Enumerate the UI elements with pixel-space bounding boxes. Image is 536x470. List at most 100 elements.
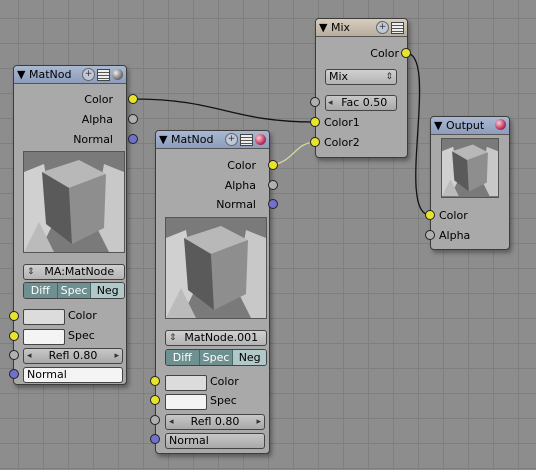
menu-icon[interactable] xyxy=(240,133,253,146)
left-arrow-icon: ◂ xyxy=(27,351,32,361)
fac-value: Fac 0.50 xyxy=(341,96,388,109)
toggle-neg[interactable]: Neg xyxy=(91,283,124,298)
matnode-mid[interactable]: ▼ MatNod + Color Alpha Normal ⇕ MatNode.… xyxy=(155,130,270,454)
socket-input-spec[interactable] xyxy=(150,395,160,405)
socket-input-fac[interactable] xyxy=(310,97,320,107)
mix-node[interactable]: ▼ Mix + Color Mix ⇕ ◂ Fac 0.50 Color1 Co… xyxy=(315,18,408,158)
node-title: MatNod xyxy=(170,133,214,146)
material-name: MA:MatNode xyxy=(44,265,115,278)
socket-output-color[interactable] xyxy=(401,48,411,58)
refl-slider[interactable]: ◂ Refl 0.80 ▸ xyxy=(165,414,265,430)
input-label-color: Color xyxy=(439,209,468,222)
socket-output-color[interactable] xyxy=(128,94,138,104)
output-label-color: Color xyxy=(84,93,113,106)
socket-input-normal[interactable] xyxy=(9,369,19,379)
socket-output-normal[interactable] xyxy=(268,199,278,209)
matnode-left-header[interactable]: ▼ MatNod + xyxy=(14,66,126,84)
updown-arrow-icon: ⇕ xyxy=(385,72,393,82)
input-label-color: Color xyxy=(68,309,97,322)
refl-value: Refl 0.80 xyxy=(190,415,240,428)
updown-arrow-icon: ⇕ xyxy=(27,267,35,277)
output-label-color: Color xyxy=(370,47,399,60)
matnode-mid-header[interactable]: ▼ MatNod + xyxy=(156,131,269,149)
socket-input-color[interactable] xyxy=(9,311,19,321)
mix-node-header[interactable]: ▼ Mix + xyxy=(316,19,407,37)
input-label-color2: Color2 xyxy=(324,136,360,149)
toggle-group: Diff Spec Neg xyxy=(23,282,125,299)
spec-swatch[interactable] xyxy=(23,329,65,345)
material-preview xyxy=(165,217,267,319)
socket-output-alpha[interactable] xyxy=(128,114,138,124)
output-preview xyxy=(441,138,499,198)
plus-icon[interactable]: + xyxy=(225,133,238,146)
matnode-left[interactable]: ▼ MatNod + Color Alpha Normal ⇕ MA:MatNo… xyxy=(13,65,127,385)
menu-icon[interactable] xyxy=(97,68,110,81)
socket-input-normal[interactable] xyxy=(150,434,160,444)
collapse-arrow-icon[interactable]: ▼ xyxy=(434,119,442,132)
material-preview xyxy=(23,151,125,253)
refl-slider[interactable]: ◂ Refl 0.80 ▸ xyxy=(23,348,123,364)
preview-sphere-icon[interactable] xyxy=(255,134,266,145)
input-label-spec: Spec xyxy=(210,394,237,407)
menu-icon[interactable] xyxy=(391,21,404,34)
socket-input-refl[interactable] xyxy=(150,415,160,425)
socket-output-alpha[interactable] xyxy=(268,180,278,190)
socket-input-color[interactable] xyxy=(425,210,435,220)
toggle-diff[interactable]: Diff xyxy=(24,283,58,298)
socket-input-color2[interactable] xyxy=(310,137,320,147)
preview-sphere-icon[interactable] xyxy=(112,69,123,80)
input-label-color1: Color1 xyxy=(324,116,360,129)
link-matnod-mid-color-to-mix-color2 xyxy=(272,141,316,166)
preview-sphere-icon[interactable] xyxy=(495,119,506,130)
output-node-header[interactable]: ▼ Output xyxy=(431,117,509,135)
collapse-arrow-icon[interactable]: ▼ xyxy=(159,133,167,146)
material-selector[interactable]: ⇕ MA:MatNode xyxy=(23,264,125,280)
right-arrow-icon: ▸ xyxy=(256,417,261,427)
output-label-alpha: Alpha xyxy=(81,113,113,126)
toggle-neg[interactable]: Neg xyxy=(233,350,266,365)
node-title: Output xyxy=(445,119,485,132)
normal-field-label: Normal xyxy=(27,368,67,381)
color-swatch[interactable] xyxy=(23,309,65,325)
normal-field-label: Normal xyxy=(169,434,209,447)
left-arrow-icon: ◂ xyxy=(169,417,174,427)
socket-input-alpha[interactable] xyxy=(425,230,435,240)
normal-field[interactable]: Normal xyxy=(165,433,265,449)
node-title: MatNod xyxy=(28,68,72,81)
blend-mode-value: Mix xyxy=(329,70,349,83)
input-label-color: Color xyxy=(210,375,239,388)
color-swatch[interactable] xyxy=(165,375,207,391)
collapse-arrow-icon[interactable]: ▼ xyxy=(319,21,327,34)
plus-icon[interactable]: + xyxy=(376,21,389,34)
toggle-spec[interactable]: Spec xyxy=(199,350,234,365)
blend-mode-dropdown[interactable]: Mix ⇕ xyxy=(325,69,397,85)
collapse-arrow-icon[interactable]: ▼ xyxy=(17,68,25,81)
toggle-diff[interactable]: Diff xyxy=(166,350,200,365)
socket-input-refl[interactable] xyxy=(9,350,19,360)
socket-output-normal[interactable] xyxy=(128,134,138,144)
socket-input-color[interactable] xyxy=(150,376,160,386)
output-label-normal: Normal xyxy=(216,198,256,211)
toggle-group: Diff Spec Neg xyxy=(165,349,267,366)
input-label-spec: Spec xyxy=(68,329,95,342)
output-label-normal: Normal xyxy=(73,133,113,146)
input-label-alpha: Alpha xyxy=(439,229,471,242)
right-arrow-icon: ▸ xyxy=(114,351,119,361)
output-node[interactable]: ▼ Output Color Alpha xyxy=(430,116,510,250)
node-title: Mix xyxy=(330,21,351,34)
spec-swatch[interactable] xyxy=(165,394,207,410)
normal-field[interactable]: Normal xyxy=(23,367,123,383)
plus-icon[interactable]: + xyxy=(82,68,95,81)
socket-output-color[interactable] xyxy=(268,160,278,170)
socket-input-spec[interactable] xyxy=(9,331,19,341)
fac-slider[interactable]: ◂ Fac 0.50 xyxy=(325,95,397,111)
socket-input-color1[interactable] xyxy=(310,117,320,127)
output-label-color: Color xyxy=(227,159,256,172)
refl-value: Refl 0.80 xyxy=(48,349,98,362)
output-label-alpha: Alpha xyxy=(224,179,256,192)
link-mix-color-to-output-color xyxy=(405,52,431,216)
link-matnod-color-to-mix-color1 xyxy=(132,98,316,123)
material-selector[interactable]: ⇕ MatNode.001 xyxy=(165,330,267,346)
left-arrow-icon: ◂ xyxy=(328,98,333,108)
toggle-spec[interactable]: Spec xyxy=(57,283,92,298)
